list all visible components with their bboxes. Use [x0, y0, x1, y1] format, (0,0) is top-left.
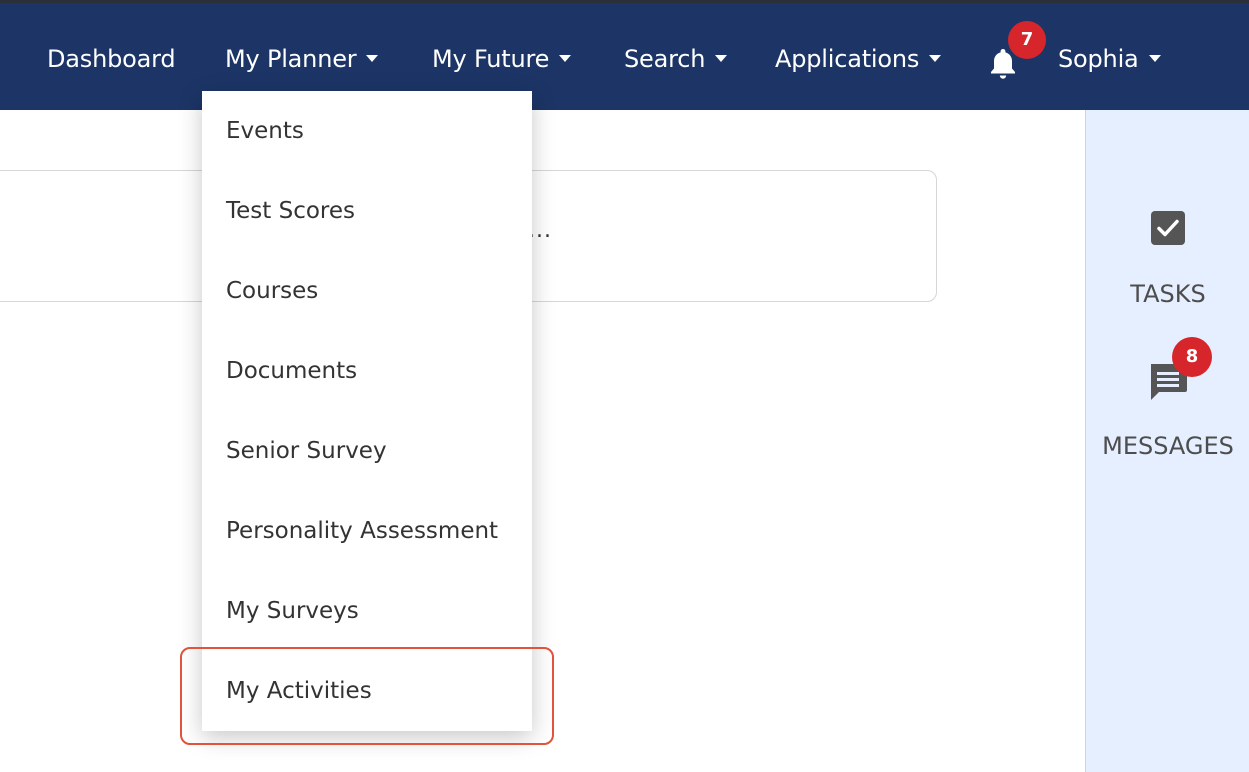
nav-search[interactable]: Search	[624, 41, 728, 77]
menu-item-personality-assessment[interactable]: Personality Assessment	[226, 511, 498, 551]
nav-user-menu[interactable]: Sophia	[1058, 41, 1161, 77]
caret-down-icon	[929, 54, 942, 62]
my-planner-dropdown-menu: Events Test Scores Courses Documents Sen…	[202, 91, 532, 731]
nav-my-planner-label: My Planner	[225, 45, 357, 73]
menu-item-senior-survey[interactable]: Senior Survey	[226, 431, 387, 471]
menu-item-documents[interactable]: Documents	[226, 351, 357, 391]
caret-down-icon	[1148, 54, 1161, 62]
messages-label[interactable]: MESSAGES	[1086, 432, 1249, 460]
nav-my-planner[interactable]: My Planner	[225, 41, 379, 77]
messages-count-badge: 8	[1172, 337, 1212, 377]
caret-down-icon	[559, 54, 572, 62]
nav-dashboard[interactable]: Dashboard	[47, 41, 176, 77]
nav-my-future-label: My Future	[432, 45, 550, 73]
nav-dashboard-label: Dashboard	[47, 45, 176, 73]
nav-applications[interactable]: Applications	[775, 41, 942, 77]
side-panel: TASKS MESSAGES	[1085, 110, 1249, 772]
caret-down-icon	[715, 54, 728, 62]
menu-item-courses[interactable]: Courses	[226, 271, 318, 311]
tasks-checkbox-icon[interactable]	[1150, 210, 1186, 250]
top-nav-bar: Dashboard My Planner My Future Search Ap…	[0, 0, 1249, 110]
nav-search-label: Search	[624, 45, 706, 73]
nav-applications-label: Applications	[775, 45, 920, 73]
user-name-label: Sophia	[1058, 45, 1139, 73]
tasks-label[interactable]: TASKS	[1086, 280, 1249, 308]
menu-item-my-surveys[interactable]: My Surveys	[226, 591, 359, 631]
menu-item-test-scores[interactable]: Test Scores	[226, 191, 355, 231]
nav-my-future[interactable]: My Future	[432, 41, 572, 77]
menu-item-events[interactable]: Events	[226, 111, 304, 151]
menu-item-my-activities[interactable]: My Activities	[226, 671, 372, 711]
notifications-count-badge: 7	[1008, 21, 1046, 59]
caret-down-icon	[366, 54, 379, 62]
